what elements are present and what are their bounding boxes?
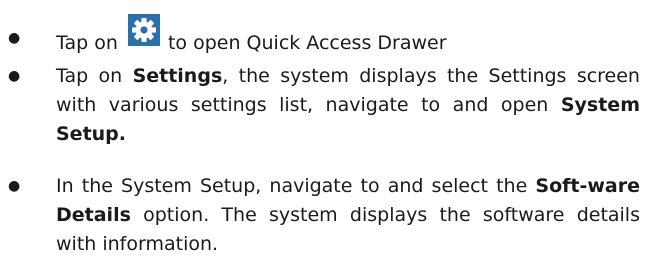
bullet: ● (8, 178, 21, 194)
step-2-text-before: Tap on (56, 65, 133, 87)
step-1-text-before: Tap on (56, 32, 118, 54)
gear-icon (127, 14, 160, 46)
step-2: ● Tap on Settings, the system displays th… (0, 62, 646, 149)
bullet: ● (8, 68, 21, 84)
step-3-text-after: option. The system displays the software… (56, 204, 640, 255)
step-3: ● In the System Setup, navigate to and se… (0, 172, 646, 259)
step-1: ● Tap on to open Quick Access Drawer (0, 14, 646, 58)
bullet: ● (8, 30, 21, 46)
step-3-text-before: In the System Setup, navigate to and sel… (56, 175, 536, 197)
settings-label: Settings (132, 65, 223, 87)
step-1-text-after: to open Quick Access Drawer (167, 32, 447, 54)
